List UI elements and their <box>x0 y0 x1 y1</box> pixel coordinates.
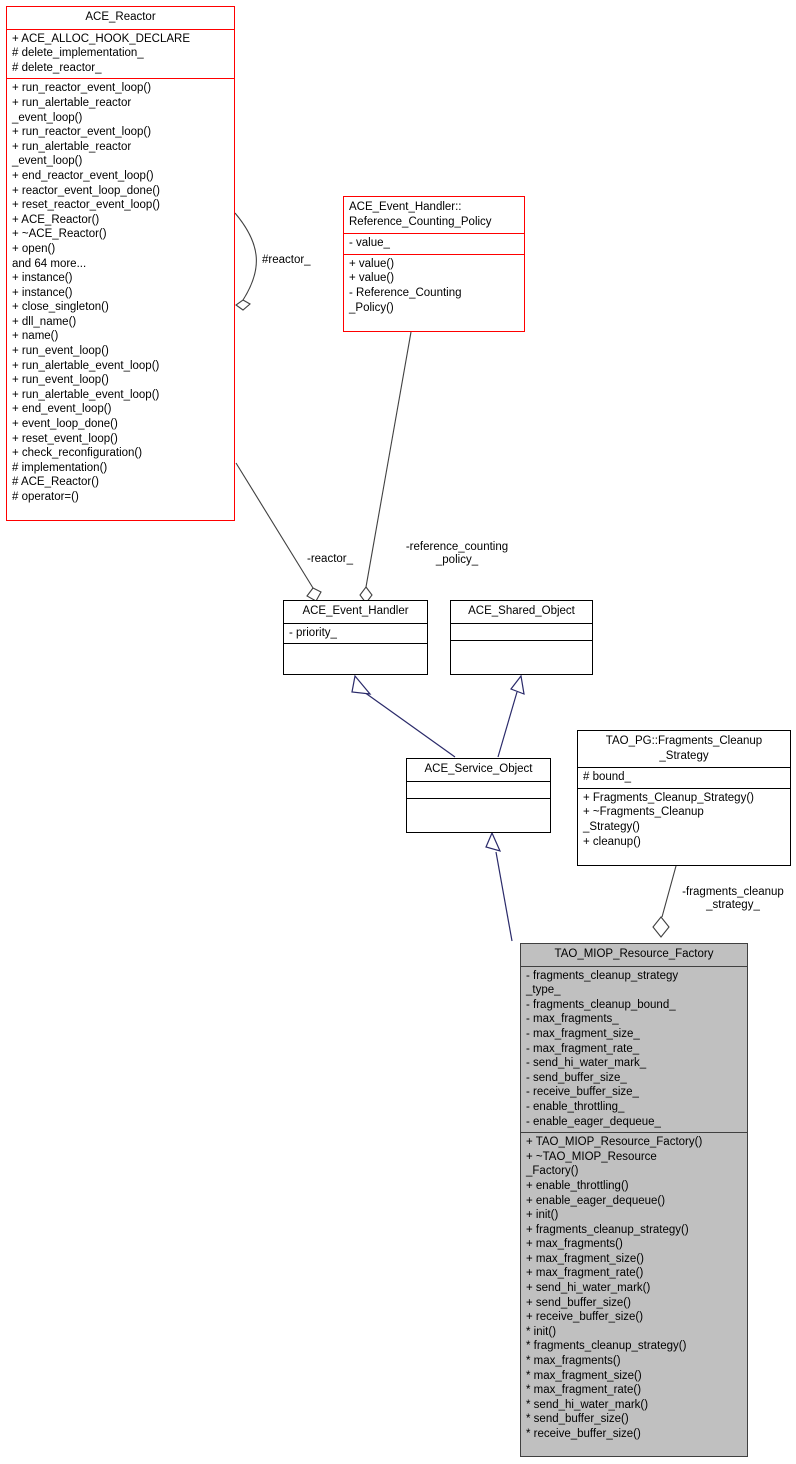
class-node-ace-shared-object[interactable]: ACE_Shared_Object <box>450 600 593 675</box>
class-operations-fragments-cleanup-strategy: + Fragments_Cleanup_Strategy() + ~Fragme… <box>578 787 790 852</box>
edge-ace-reactor-self-reactor <box>234 212 257 301</box>
class-title-reference-counting-policy: ACE_Event_Handler:: Reference_Counting_P… <box>349 201 492 228</box>
edge-label-fragments-cleanup-strategy: -fragments_cleanup _strategy_ <box>682 886 784 912</box>
class-title-ace-event-handler: ACE_Event_Handler <box>302 605 409 617</box>
inheritance-arrow-service-object <box>485 831 502 852</box>
class-node-ace-service-object[interactable]: ACE_Service_Object <box>406 758 551 833</box>
class-attributes-tao-miop-resource-factory: - fragments_cleanup_strategy _type_ - fr… <box>521 965 747 1133</box>
class-attributes-reference-counting-policy: - value_ <box>344 233 524 254</box>
edge-label-reference-counting-policy: -reference_counting _policy_ <box>405 541 509 567</box>
class-title-ace-shared-object: ACE_Shared_Object <box>468 605 575 617</box>
edge-label-self-reactor: #reactor_ <box>262 254 311 266</box>
class-attributes-ace-service-object <box>407 780 550 798</box>
class-node-ace-event-handler[interactable]: ACE_Event_Handler - priority_ <box>283 600 428 675</box>
edge-miop-factory-inherits-service-object <box>495 851 513 942</box>
class-node-tao-miop-resource-factory[interactable]: TAO_MIOP_Resource_Factory - fragments_cl… <box>520 943 748 1457</box>
class-node-ace-reactor[interactable]: ACE_Reactor + ACE_ALLOC_HOOK_DECLARE # d… <box>6 6 235 521</box>
class-operations-reference-counting-policy: + value() + value() - Reference_Counting… <box>344 253 524 318</box>
class-node-fragments-cleanup-strategy[interactable]: TAO_PG::Fragments_Cleanup _Strategy # bo… <box>577 730 791 866</box>
class-operations-ace-event-handler <box>284 643 427 660</box>
aggregation-diamond-self-reactor <box>235 299 251 311</box>
class-title-fragments-cleanup-strategy: TAO_PG::Fragments_Cleanup _Strategy <box>605 735 763 762</box>
edge-reactor-to-event-handler <box>235 462 314 589</box>
class-operations-ace-reactor: + run_reactor_event_loop() + run_alertab… <box>7 78 234 507</box>
uml-class-diagram: ACE_Reactor + ACE_ALLOC_HOOK_DECLARE # d… <box>0 0 796 1464</box>
class-operations-tao-miop-resource-factory: + TAO_MIOP_Resource_Factory() + ~TAO_MIO… <box>521 1132 747 1444</box>
inheritance-arrow-shared-object <box>510 674 525 695</box>
edge-label-reactor: -reactor_ <box>307 553 354 565</box>
class-title-tao-miop-resource-factory: TAO_MIOP_Resource_Factory <box>554 948 714 960</box>
class-attributes-fragments-cleanup-strategy: # bound_ <box>578 767 790 788</box>
class-attributes-ace-event-handler: - priority_ <box>284 622 427 644</box>
aggregation-diamond-cleanup-strategy <box>652 916 670 938</box>
class-operations-ace-service-object <box>407 797 550 815</box>
edge-service-object-inherits-shared-object <box>497 691 518 758</box>
class-attributes-ace-reactor: + ACE_ALLOC_HOOK_DECLARE # delete_implem… <box>7 28 234 79</box>
class-title-ace-service-object: ACE_Service_Object <box>424 763 533 775</box>
class-node-reference-counting-policy[interactable]: ACE_Event_Handler:: Reference_Counting_P… <box>343 196 525 332</box>
edge-service-object-inherits-event-handler <box>363 691 456 758</box>
class-attributes-ace-shared-object <box>451 622 592 640</box>
inheritance-arrow-event-handler <box>351 674 372 695</box>
class-title-ace-reactor: ACE_Reactor <box>85 11 156 23</box>
class-operations-ace-shared-object <box>451 639 592 657</box>
